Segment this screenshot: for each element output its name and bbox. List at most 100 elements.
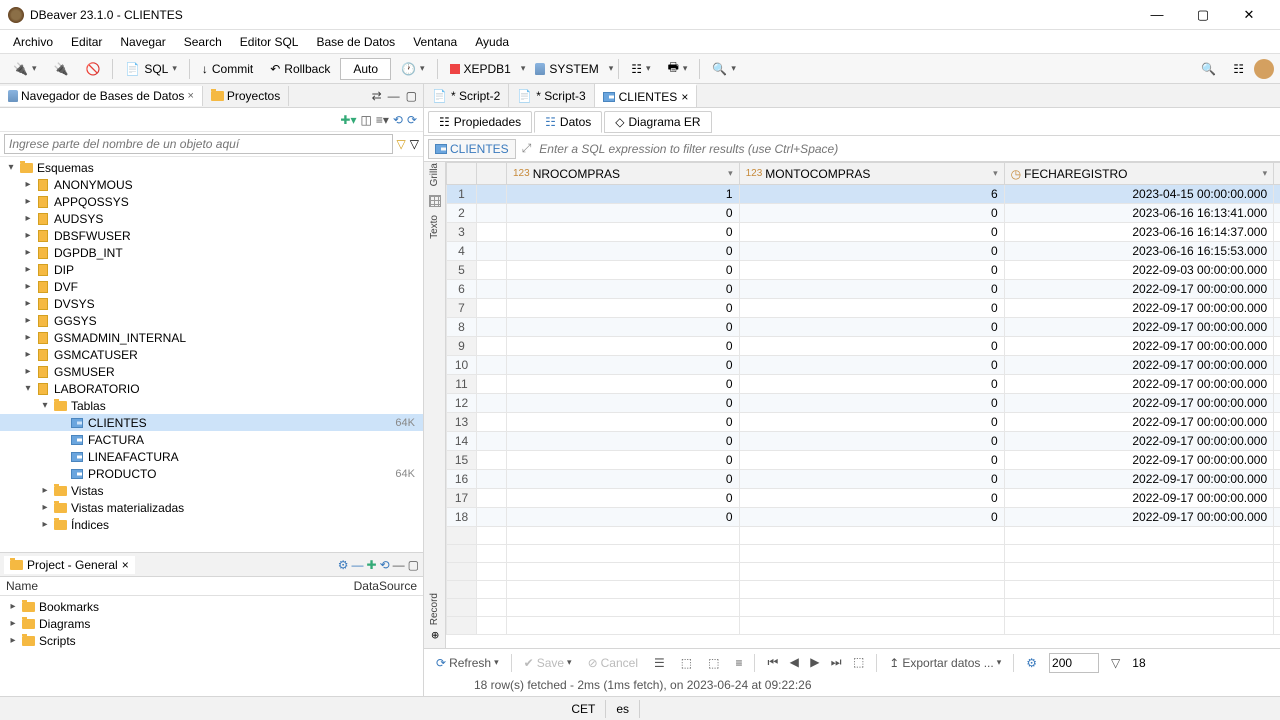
data-row[interactable]: 9002022-09-17 00:00:00.000[NULL]2022-09-…: [447, 337, 1280, 356]
expand-arrow[interactable]: ▸: [21, 332, 35, 343]
tree-item[interactable]: ▸GSMCATUSER: [0, 346, 423, 363]
cell[interactable]: 0: [507, 394, 740, 413]
cell[interactable]: 0: [739, 299, 1004, 318]
minimize-button[interactable]: —: [1134, 1, 1180, 29]
cell[interactable]: [NULL]: [1274, 356, 1280, 375]
tab-projects[interactable]: Proyectos: [203, 86, 289, 106]
row-marker[interactable]: [477, 242, 507, 261]
rollback-button[interactable]: ↶Rollback: [263, 58, 337, 80]
cell[interactable]: [NULL]: [1274, 508, 1280, 527]
proj-tool2[interactable]: ✚: [367, 558, 377, 572]
row-marker[interactable]: [477, 356, 507, 375]
menu-navegar[interactable]: Navegar: [111, 33, 174, 51]
cell[interactable]: [NULL]: [1274, 451, 1280, 470]
data-row[interactable]: 18002022-09-17 00:00:00.000[NULL]2022-09…: [447, 508, 1280, 527]
cell[interactable]: 0: [507, 242, 740, 261]
cell[interactable]: 0: [507, 337, 740, 356]
editor-tab[interactable]: 📄* Script-2: [424, 84, 509, 107]
page-next[interactable]: ▶: [806, 655, 823, 669]
new-item-icon[interactable]: ✚▾: [340, 113, 356, 127]
expand-arrow[interactable]: ▸: [6, 601, 20, 612]
col-header[interactable]: 123 NROCOMPRAS▾: [507, 163, 740, 185]
row-marker[interactable]: [477, 470, 507, 489]
page-extra[interactable]: ⬚: [849, 655, 868, 669]
row-num[interactable]: 14: [447, 432, 477, 451]
nav-hscroll[interactable]: [0, 536, 423, 552]
row-marker[interactable]: [477, 451, 507, 470]
row-num[interactable]: 12: [447, 394, 477, 413]
cell[interactable]: 0: [507, 261, 740, 280]
tool-2[interactable]: 🖶▾: [661, 54, 695, 83]
expand-arrow[interactable]: ▸: [21, 179, 35, 190]
connect-button[interactable]: 🔌: [46, 58, 75, 80]
tree-item[interactable]: ▸DBSFWUSER: [0, 227, 423, 244]
cell[interactable]: 0: [739, 280, 1004, 299]
row-num[interactable]: 7: [447, 299, 477, 318]
edit-tool-4[interactable]: ≡: [731, 654, 746, 672]
row-marker[interactable]: [477, 508, 507, 527]
rail-record[interactable]: Record: [425, 596, 445, 622]
grid-hscroll[interactable]: [446, 635, 1280, 648]
cell[interactable]: [NULL]: [1274, 470, 1280, 489]
disconnect-button[interactable]: 🚫: [78, 58, 107, 80]
tree-item[interactable]: ▾Tablas: [0, 397, 423, 414]
close-button[interactable]: ✕: [1226, 1, 1272, 29]
data-row[interactable]: 10002022-09-17 00:00:00.000[NULL]2022-09…: [447, 356, 1280, 375]
cell[interactable]: [NULL]: [1274, 204, 1280, 223]
data-row[interactable]: 14002022-09-17 00:00:00.000[NULL]2022-09…: [447, 432, 1280, 451]
query-table-label[interactable]: CLIENTES: [428, 139, 516, 159]
cell[interactable]: 2023-06-16 16:13:41.000: [1004, 204, 1274, 223]
expand-arrow[interactable]: ▸: [6, 618, 20, 629]
expand-arrow[interactable]: ▸: [21, 315, 35, 326]
cell[interactable]: 2023-04-15 00:00:00.000: [1004, 185, 1274, 204]
close-icon[interactable]: ×: [681, 90, 688, 104]
cell[interactable]: 0: [739, 470, 1004, 489]
cell[interactable]: 0: [507, 470, 740, 489]
menu-ayuda[interactable]: Ayuda: [466, 33, 518, 51]
maximize-button[interactable]: ▢: [1180, 1, 1226, 29]
row-num[interactable]: 4: [447, 242, 477, 261]
tree-item[interactable]: ▸GSMADMIN_INTERNAL: [0, 329, 423, 346]
expand-arrow[interactable]: ▸: [21, 230, 35, 241]
cell[interactable]: 2022-09-17 00:00:00.000: [1004, 356, 1274, 375]
tree-item[interactable]: PRODUCTO64K: [0, 465, 423, 482]
expand-arrow[interactable]: ▸: [21, 247, 35, 258]
data-row[interactable]: 16002022-09-17 00:00:00.000[NULL]2022-09…: [447, 470, 1280, 489]
row-num[interactable]: 13: [447, 413, 477, 432]
cell[interactable]: 0: [507, 318, 740, 337]
data-row[interactable]: 1162023-04-15 00:00:00.0002023-06-24 09:…: [447, 185, 1280, 204]
row-num[interactable]: 9: [447, 337, 477, 356]
col-header[interactable]: ◷ ULTIMACOMPRA▾: [1274, 163, 1280, 185]
page-size-input[interactable]: [1049, 653, 1099, 673]
tree-item[interactable]: ▸Diagrams: [2, 615, 421, 632]
cell[interactable]: [NULL]: [1274, 432, 1280, 451]
tree-item[interactable]: ▸ANONYMOUS: [0, 176, 423, 193]
cell[interactable]: [NULL]: [1274, 337, 1280, 356]
data-row[interactable]: 13002022-09-17 00:00:00.000[NULL]2022-09…: [447, 413, 1280, 432]
tree-item[interactable]: ▸Scripts: [2, 632, 421, 649]
expand-arrow[interactable]: ▸: [21, 366, 35, 377]
cell[interactable]: 0: [739, 413, 1004, 432]
page-first[interactable]: ⏮: [763, 655, 782, 669]
col-menu[interactable]: ▾: [1263, 168, 1268, 179]
cell[interactable]: 2023-06-24 09:22:14.000: [1274, 185, 1280, 204]
filter-icon[interactable]: ▽: [397, 137, 406, 151]
maximize-view[interactable]: ▢: [404, 87, 419, 105]
row-marker[interactable]: [477, 375, 507, 394]
tree-item[interactable]: ▾Esquemas: [0, 159, 423, 176]
row-marker[interactable]: [477, 489, 507, 508]
expand-arrow[interactable]: ▸: [21, 298, 35, 309]
row-marker[interactable]: [477, 318, 507, 337]
user-icon[interactable]: [1254, 59, 1274, 79]
data-row[interactable]: 11002022-09-17 00:00:00.000[NULL]2022-09…: [447, 375, 1280, 394]
tab-propiedades[interactable]: ☷Propiedades: [428, 111, 532, 133]
cell[interactable]: 2022-09-17 00:00:00.000: [1004, 413, 1274, 432]
cell[interactable]: [NULL]: [1274, 489, 1280, 508]
tab-project-general[interactable]: Project - General ×: [4, 556, 135, 574]
cell[interactable]: 0: [507, 223, 740, 242]
cancel-button[interactable]: ⊘Cancel: [584, 654, 642, 672]
proj-tool1[interactable]: —: [352, 558, 364, 572]
expand-arrow[interactable]: ▸: [38, 519, 52, 530]
status-tz[interactable]: CET: [561, 700, 606, 718]
cell[interactable]: [NULL]: [1274, 318, 1280, 337]
